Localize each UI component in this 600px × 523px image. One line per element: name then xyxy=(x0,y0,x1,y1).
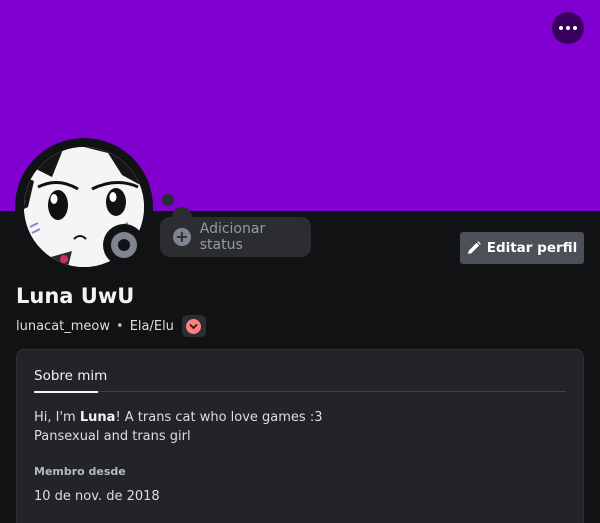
idle-offline-status-icon xyxy=(111,232,137,258)
edit-profile-button[interactable]: Editar perfil xyxy=(460,232,584,264)
more-options-button[interactable] xyxy=(552,12,584,44)
more-dots-icon xyxy=(558,26,579,30)
pronouns: Ela/Elu xyxy=(129,318,174,334)
meta-separator: • xyxy=(116,318,124,334)
tab-about-me[interactable]: Sobre mim xyxy=(34,368,107,384)
tab-divider xyxy=(34,391,566,392)
user-meta-row: lunacat_meow • Ela/Elu xyxy=(16,315,206,337)
plus-icon: + xyxy=(173,228,191,246)
chevron-badge-icon xyxy=(186,318,202,334)
username[interactable]: lunacat_meow xyxy=(16,319,110,334)
bio-prefix: Hi, I'm xyxy=(34,410,80,425)
display-name: Luna UwU xyxy=(16,284,135,308)
tab-active-underline xyxy=(34,391,98,393)
add-status-label: Adicionar status xyxy=(199,221,266,253)
status-indicator xyxy=(103,224,145,266)
bio-suffix: ! A trans cat who love games :3 xyxy=(115,410,323,425)
bio-text: Hi, I'm Luna! A trans cat who love games… xyxy=(34,408,323,446)
profile-badge[interactable] xyxy=(181,315,206,337)
pencil-icon xyxy=(467,241,481,254)
member-since-label: Membro desde xyxy=(34,465,126,478)
about-card: Sobre mim Hi, I'm Luna! A trans cat who … xyxy=(16,349,584,523)
member-since-value: 10 de nov. de 2018 xyxy=(34,489,160,504)
edit-profile-label: Editar perfil xyxy=(486,240,578,256)
bio-line-2: Pansexual and trans girl xyxy=(34,429,191,444)
status-bubble-dot-small xyxy=(162,194,174,206)
bio-name: Luna xyxy=(79,410,116,425)
add-status-button[interactable]: + Adicionar status xyxy=(160,217,311,257)
